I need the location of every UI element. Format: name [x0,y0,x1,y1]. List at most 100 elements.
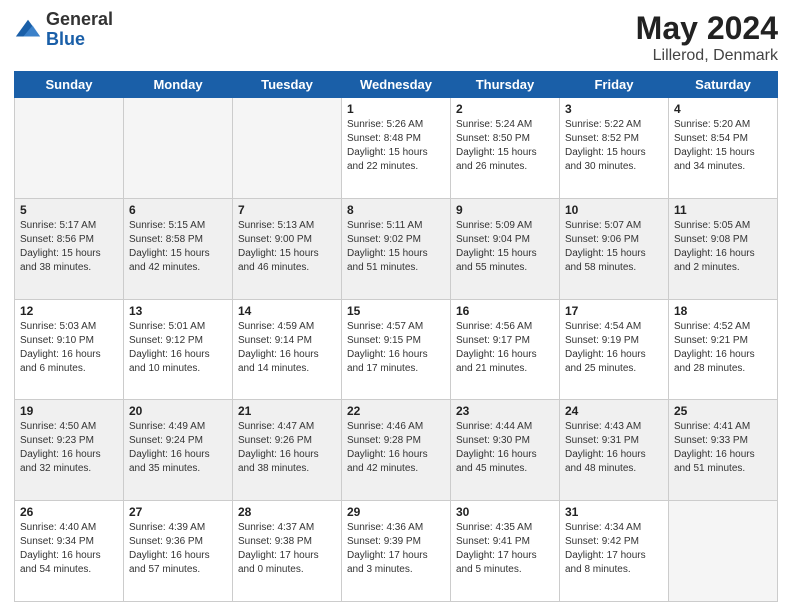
calendar-subtitle: Lillerod, Denmark [636,47,778,65]
day-number: 27 [129,505,227,519]
logo-general-text: General [46,9,113,29]
day-number: 28 [238,505,336,519]
day-info: Sunrise: 4:36 AM Sunset: 9:39 PM Dayligh… [347,521,445,577]
day-info: Sunrise: 5:17 AM Sunset: 8:56 PM Dayligh… [20,219,118,275]
day-number: 22 [347,404,445,418]
day-number: 19 [20,404,118,418]
day-info: Sunrise: 4:54 AM Sunset: 9:19 PM Dayligh… [565,320,663,376]
day-info: Sunrise: 4:43 AM Sunset: 9:31 PM Dayligh… [565,420,663,476]
calendar-day-cell [669,501,778,602]
day-info: Sunrise: 4:46 AM Sunset: 9:28 PM Dayligh… [347,420,445,476]
day-header-monday: Monday [124,72,233,98]
day-info: Sunrise: 5:26 AM Sunset: 8:48 PM Dayligh… [347,118,445,174]
day-number: 23 [456,404,554,418]
day-number: 5 [20,203,118,217]
day-number: 20 [129,404,227,418]
calendar-day-cell: 2 Sunrise: 5:24 AM Sunset: 8:50 PM Daylig… [451,98,560,199]
calendar-header-row: SundayMondayTuesdayWednesdayThursdayFrid… [15,72,778,98]
logo: General Blue [14,10,113,50]
day-number: 26 [20,505,118,519]
day-info: Sunrise: 4:57 AM Sunset: 9:15 PM Dayligh… [347,320,445,376]
calendar-day-cell [15,98,124,199]
day-number: 17 [565,304,663,318]
day-info: Sunrise: 5:07 AM Sunset: 9:06 PM Dayligh… [565,219,663,275]
day-number: 2 [456,102,554,116]
day-info: Sunrise: 4:35 AM Sunset: 9:41 PM Dayligh… [456,521,554,577]
calendar-week-row: 12 Sunrise: 5:03 AM Sunset: 9:10 PM Dayli… [15,299,778,400]
calendar-day-cell: 7 Sunrise: 5:13 AM Sunset: 9:00 PM Daylig… [233,198,342,299]
day-info: Sunrise: 4:50 AM Sunset: 9:23 PM Dayligh… [20,420,118,476]
day-info: Sunrise: 5:03 AM Sunset: 9:10 PM Dayligh… [20,320,118,376]
logo-blue-text: Blue [46,29,85,49]
calendar-week-row: 1Sunrise: 5:26 AM Sunset: 8:48 PM Daylig… [15,98,778,199]
day-number: 4 [674,102,772,116]
day-number: 8 [347,203,445,217]
calendar-day-cell: 31Sunrise: 4:34 AM Sunset: 9:42 PM Dayli… [560,501,669,602]
day-info: Sunrise: 5:11 AM Sunset: 9:02 PM Dayligh… [347,219,445,275]
calendar-day-cell: 14Sunrise: 4:59 AM Sunset: 9:14 PM Dayli… [233,299,342,400]
calendar-week-row: 5 Sunrise: 5:17 AM Sunset: 8:56 PM Daylig… [15,198,778,299]
day-number: 29 [347,505,445,519]
calendar-day-cell: 5 Sunrise: 5:17 AM Sunset: 8:56 PM Daylig… [15,198,124,299]
day-header-tuesday: Tuesday [233,72,342,98]
day-info: Sunrise: 5:22 AM Sunset: 8:52 PM Dayligh… [565,118,663,174]
calendar-table: SundayMondayTuesdayWednesdayThursdayFrid… [14,71,778,602]
day-number: 21 [238,404,336,418]
calendar-day-cell: 25Sunrise: 4:41 AM Sunset: 9:33 PM Dayli… [669,400,778,501]
calendar-day-cell: 9 Sunrise: 5:09 AM Sunset: 9:04 PM Daylig… [451,198,560,299]
calendar-day-cell: 22 Sunrise: 4:46 AM Sunset: 9:28 PM Dayli… [342,400,451,501]
calendar-day-cell: 26Sunrise: 4:40 AM Sunset: 9:34 PM Dayli… [15,501,124,602]
day-info: Sunrise: 4:44 AM Sunset: 9:30 PM Dayligh… [456,420,554,476]
calendar-day-cell: 4 Sunrise: 5:20 AM Sunset: 8:54 PM Daylig… [669,98,778,199]
calendar-day-cell: 21 Sunrise: 4:47 AM Sunset: 9:26 PM Dayli… [233,400,342,501]
day-number: 6 [129,203,227,217]
day-header-sunday: Sunday [15,72,124,98]
day-number: 24 [565,404,663,418]
calendar-day-cell: 17 Sunrise: 4:54 AM Sunset: 9:19 PM Dayli… [560,299,669,400]
calendar-title: May 2024 [636,10,778,47]
day-number: 14 [238,304,336,318]
day-number: 7 [238,203,336,217]
calendar-day-cell [233,98,342,199]
calendar-day-cell: 11Sunrise: 5:05 AM Sunset: 9:08 PM Dayli… [669,198,778,299]
title-block: May 2024 Lillerod, Denmark [636,10,778,65]
day-info: Sunrise: 4:52 AM Sunset: 9:21 PM Dayligh… [674,320,772,376]
logo-icon [14,16,42,44]
calendar-day-cell: 29 Sunrise: 4:36 AM Sunset: 9:39 PM Dayli… [342,501,451,602]
day-number: 18 [674,304,772,318]
calendar-day-cell: 16Sunrise: 4:56 AM Sunset: 9:17 PM Dayli… [451,299,560,400]
day-info: Sunrise: 5:09 AM Sunset: 9:04 PM Dayligh… [456,219,554,275]
calendar-day-cell: 12 Sunrise: 5:03 AM Sunset: 9:10 PM Dayli… [15,299,124,400]
day-info: Sunrise: 4:41 AM Sunset: 9:33 PM Dayligh… [674,420,772,476]
day-number: 31 [565,505,663,519]
day-info: Sunrise: 5:15 AM Sunset: 8:58 PM Dayligh… [129,219,227,275]
day-info: Sunrise: 5:20 AM Sunset: 8:54 PM Dayligh… [674,118,772,174]
calendar-day-cell: 28 Sunrise: 4:37 AM Sunset: 9:38 PM Dayli… [233,501,342,602]
calendar-day-cell: 8 Sunrise: 5:11 AM Sunset: 9:02 PM Daylig… [342,198,451,299]
day-info: Sunrise: 4:49 AM Sunset: 9:24 PM Dayligh… [129,420,227,476]
calendar-day-cell: 19 Sunrise: 4:50 AM Sunset: 9:23 PM Dayli… [15,400,124,501]
day-info: Sunrise: 4:37 AM Sunset: 9:38 PM Dayligh… [238,521,336,577]
calendar-day-cell: 6 Sunrise: 5:15 AM Sunset: 8:58 PM Daylig… [124,198,233,299]
logo-text: General Blue [46,10,113,50]
page: General Blue May 2024 Lillerod, Denmark … [0,0,792,612]
day-header-thursday: Thursday [451,72,560,98]
day-info: Sunrise: 5:01 AM Sunset: 9:12 PM Dayligh… [129,320,227,376]
day-number: 15 [347,304,445,318]
day-number: 13 [129,304,227,318]
day-number: 12 [20,304,118,318]
day-info: Sunrise: 4:47 AM Sunset: 9:26 PM Dayligh… [238,420,336,476]
day-info: Sunrise: 5:13 AM Sunset: 9:00 PM Dayligh… [238,219,336,275]
day-number: 30 [456,505,554,519]
calendar-day-cell: 15 Sunrise: 4:57 AM Sunset: 9:15 PM Dayli… [342,299,451,400]
day-info: Sunrise: 5:24 AM Sunset: 8:50 PM Dayligh… [456,118,554,174]
calendar-day-cell: 27Sunrise: 4:39 AM Sunset: 9:36 PM Dayli… [124,501,233,602]
day-number: 16 [456,304,554,318]
day-number: 9 [456,203,554,217]
calendar-week-row: 26Sunrise: 4:40 AM Sunset: 9:34 PM Dayli… [15,501,778,602]
day-info: Sunrise: 5:05 AM Sunset: 9:08 PM Dayligh… [674,219,772,275]
calendar-day-cell: 23 Sunrise: 4:44 AM Sunset: 9:30 PM Dayli… [451,400,560,501]
day-header-friday: Friday [560,72,669,98]
header: General Blue May 2024 Lillerod, Denmark [14,10,778,65]
calendar-day-cell: 1Sunrise: 5:26 AM Sunset: 8:48 PM Daylig… [342,98,451,199]
